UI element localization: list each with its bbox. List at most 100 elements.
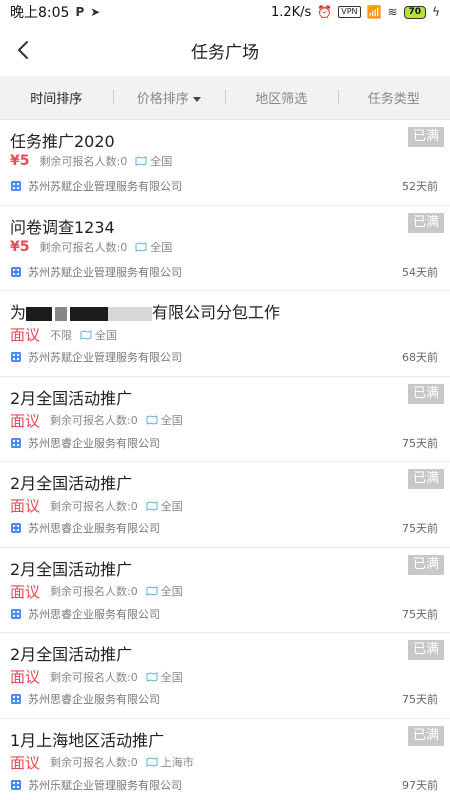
alarm-off-icon: ⏰	[317, 5, 333, 19]
task-card[interactable]: 2月全国活动推广 已满 面议 剩余可报名人数:0 全国 苏州思睿企业服务有限公司…	[0, 376, 450, 462]
task-quota: 剩余可报名人数:0	[50, 414, 138, 427]
task-region: 全国	[160, 414, 183, 427]
company-row: 苏州乐赋企业管理服务有限公司	[10, 777, 182, 793]
company-name: 苏州乐赋企业管理服务有限公司	[28, 778, 182, 792]
task-quota: 剩余可报名人数:0	[39, 155, 128, 168]
task-age: 68天前	[402, 351, 438, 364]
task-region: 全国	[95, 328, 118, 342]
company-name: 苏州思睿企业服务有限公司	[28, 693, 160, 706]
back-button[interactable]	[12, 38, 36, 62]
company-row: 苏州苏赋企业管理服务有限公司	[10, 178, 182, 194]
redaction-block	[70, 306, 109, 321]
filter-task-type[interactable]: 任务类型	[337, 88, 450, 107]
building-icon	[11, 779, 21, 790]
task-price: 面议	[10, 753, 41, 772]
filter-label: 价格排序	[136, 92, 189, 107]
task-region: 全国	[160, 585, 183, 598]
filter-bar: 时间排序 价格排序 地区筛选 任务类型	[0, 76, 450, 120]
status-badge: 已满	[408, 725, 444, 746]
company-row: 苏州苏赋企业管理服务有限公司	[10, 349, 182, 365]
task-meta: 面议 剩余可报名人数:0 全国	[10, 581, 183, 602]
company-name: 苏州思睿企业服务有限公司	[28, 436, 160, 450]
building-icon	[11, 437, 21, 448]
task-price: 面议	[10, 497, 41, 515]
task-card[interactable]: 2月全国活动推广 已满 面议 剩余可报名人数:0 全国 苏州思睿企业服务有限公司…	[0, 547, 450, 633]
filter-region[interactable]: 地区筛选	[225, 88, 338, 107]
task-quota: 剩余可报名人数:0	[50, 756, 138, 769]
filter-label: 任务类型	[367, 92, 420, 107]
p-app-icon: P	[75, 5, 85, 19]
task-card[interactable]: 为 有限公司分包工作 面议 不限 全国 苏州苏赋企业管理服务有限公司 68天前	[0, 291, 450, 377]
task-age: 75天前	[402, 607, 438, 621]
task-meta: 面议 剩余可报名人数:0 全国	[10, 495, 183, 516]
task-meta: ¥5 剩余可报名人数:0 全国	[10, 153, 172, 169]
task-quota: 剩余可报名人数:0	[50, 585, 138, 598]
map-icon	[146, 500, 158, 511]
task-region: 全国	[160, 499, 183, 513]
building-icon	[11, 608, 21, 619]
status-badge: 已满	[408, 127, 444, 147]
building-icon	[11, 352, 21, 362]
dropdown-arrow-icon	[192, 97, 201, 102]
status-badge: 已满	[408, 383, 444, 404]
company-name: 苏州思睿企业服务有限公司	[28, 607, 160, 621]
task-title: 为 有限公司分包工作	[10, 299, 280, 323]
status-right: 1.2K/s ⏰ VPN 📶 ≋ 70 ϟ	[271, 5, 440, 20]
task-card[interactable]: 2月全国活动推广 已满 面议 剩余可报名人数:0 全国 苏州思睿企业服务有限公司…	[0, 633, 450, 719]
task-region: 全国	[160, 670, 183, 684]
filter-time-sort[interactable]: 时间排序	[0, 88, 113, 107]
task-card[interactable]: 2月全国活动推广 已满 面议 剩余可报名人数:0 全国 苏州思睿企业服务有限公司…	[0, 462, 450, 548]
map-icon	[146, 671, 158, 682]
task-meta: 面议 剩余可报名人数:0 全国	[10, 666, 183, 687]
company-name: 苏州思睿企业服务有限公司	[28, 522, 160, 535]
task-quota: 剩余可报名人数:0	[39, 240, 128, 254]
redaction-block	[108, 306, 153, 321]
status-time: 晚上8:05	[10, 5, 70, 21]
map-icon	[135, 241, 147, 252]
task-region: 上海市	[160, 756, 194, 769]
filter-price-sort[interactable]: 价格排序	[112, 88, 226, 107]
task-age: 54天前	[402, 265, 438, 279]
wifi-icon: ≋	[387, 5, 398, 19]
nav-bar: 任务广场	[0, 24, 450, 76]
building-icon	[11, 181, 21, 191]
task-quota: 剩余可报名人数:0	[50, 499, 138, 513]
net-speed: 1.2K/s	[270, 4, 312, 20]
task-quota: 不限	[50, 328, 73, 342]
task-price: ¥5	[10, 153, 30, 169]
filter-label: 时间排序	[30, 92, 83, 107]
task-age: 75天前	[402, 693, 438, 706]
task-card[interactable]: 问卷调查1234 已满 ¥5 剩余可报名人数:0 全国 苏州苏赋企业管理服务有限…	[0, 205, 450, 291]
task-quota: 剩余可报名人数:0	[50, 670, 138, 684]
task-list: 任务推广2020 已满 ¥5 剩余可报名人数:0 全国 苏州苏赋企业管理服务有限…	[0, 120, 450, 800]
company-name: 苏州苏赋企业管理服务有限公司	[28, 351, 182, 364]
task-age: 75天前	[402, 436, 438, 450]
status-left: 晚上8:05 P ➤	[10, 2, 100, 22]
status-badge: 已满	[408, 469, 444, 489]
status-badge: 已满	[408, 554, 444, 575]
map-icon	[135, 156, 147, 166]
task-price: 面议	[10, 582, 41, 601]
task-title: 1月上海地区活动推广	[10, 730, 165, 750]
task-age: 52天前	[402, 180, 438, 193]
task-card[interactable]: 1月上海地区活动推广 已满 面议 剩余可报名人数:0 上海市 苏州乐赋企业管理服…	[0, 718, 450, 800]
task-price: ¥5	[10, 238, 30, 255]
map-icon	[146, 757, 158, 767]
task-title-prefix: 为	[10, 303, 27, 322]
redaction-block	[55, 306, 68, 321]
company-row: 苏州苏赋企业管理服务有限公司	[10, 264, 182, 280]
battery-icon: 70	[403, 5, 427, 19]
task-meta: 面议 剩余可报名人数:0 上海市	[10, 752, 194, 773]
building-icon	[11, 523, 21, 533]
task-region: 全国	[150, 240, 173, 254]
task-title: 2月全国活动推广	[10, 645, 133, 664]
task-card[interactable]: 任务推广2020 已满 ¥5 剩余可报名人数:0 全国 苏州苏赋企业管理服务有限…	[0, 120, 450, 206]
company-row: 苏州思睿企业服务有限公司	[10, 606, 160, 622]
task-meta: ¥5 剩余可报名人数:0 全国	[10, 239, 172, 255]
filter-label: 地区筛选	[255, 92, 308, 107]
task-price: 面议	[10, 411, 41, 430]
company-name: 苏州苏赋企业管理服务有限公司	[28, 265, 182, 279]
task-region: 全国	[150, 155, 173, 168]
signal-icon: 📶	[366, 5, 382, 19]
task-age: 97天前	[402, 778, 438, 792]
